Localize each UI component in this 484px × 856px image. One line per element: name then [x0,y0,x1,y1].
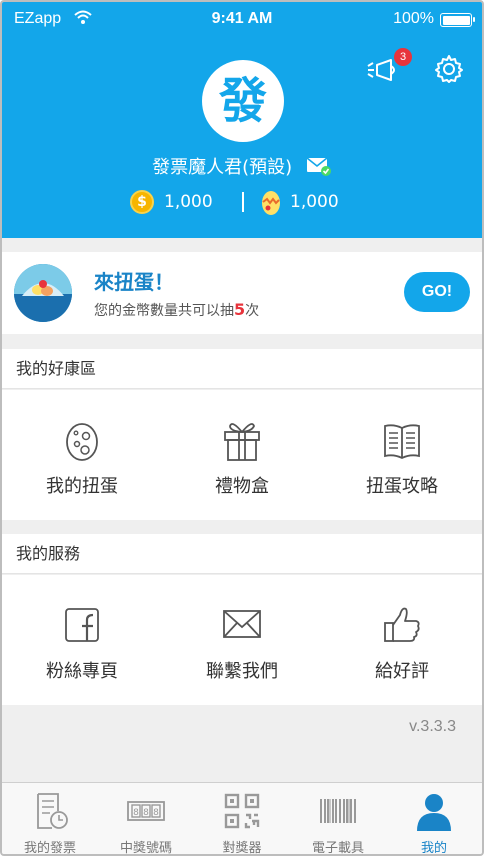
app-frame: EZapp 9:41 AM 100% 3 發 發票魔人君(預設) $ 1,000 [0,0,484,856]
tab-prize-checker-label: 對獎器 [222,841,262,856]
benefits-grid: 我的扭蛋 禮物盒 扭蛋攻略 [2,390,482,520]
egg-balance: 1,000 [290,192,339,212]
tab-my-invoices-label: 我的發票 [23,841,76,856]
receipt-clock-icon [37,793,68,829]
battery-percent: 100% [393,10,434,27]
my-eggs-item[interactable]: 我的扭蛋 [2,390,162,520]
services-grid: 粉絲專頁 聯繫我們 給好評 [2,575,482,705]
gacha-machine-icon [14,264,72,322]
gacha-egg-icon [260,188,282,216]
person-icon [417,794,451,831]
tab-e-carrier[interactable]: 電子載具 [290,783,386,856]
username: 發票魔人君(預設) [152,157,293,178]
balance-divider [242,192,244,212]
section-title-services: 我的服務 [2,534,482,574]
tab-e-carrier-label: 電子載具 [311,841,364,856]
facebook-icon [65,608,99,642]
verified-email-icon [306,156,332,176]
thumbs-up-icon [384,607,420,642]
gift-icon [224,423,260,461]
gacha-card[interactable]: 來扭蛋！ 您的金幣數量共可以抽5次 GO! [2,252,482,334]
settings-gear-icon[interactable] [434,54,464,84]
tab-my-invoices[interactable]: 我的發票 [2,783,98,856]
balance-row: $ 1,000 1,000 [2,188,482,216]
lottery-number-icon: 888 [127,801,165,821]
qr-code-icon [224,793,260,829]
gift-box-label: 禮物盒 [215,476,269,497]
my-eggs-label: 我的扭蛋 [46,476,118,497]
coin-balance: 1,000 [164,192,213,212]
gacha-guide-item[interactable]: 扭蛋攻略 [322,390,482,520]
gift-box-item[interactable]: 禮物盒 [162,390,322,520]
notification-badge: 3 [394,48,412,66]
draw-count: 5 [234,300,246,319]
gacha-guide-label: 扭蛋攻略 [366,476,438,497]
battery-icon [440,13,475,27]
fan-page-label: 粉絲專頁 [46,661,118,682]
svg-text:8: 8 [133,808,139,818]
rate-app-label: 給好評 [375,661,429,682]
tab-me-label: 我的 [420,841,447,856]
go-button[interactable]: GO! [404,272,470,312]
tab-winning-numbers[interactable]: 888 中獎號碼 [98,783,194,856]
tab-me[interactable]: 我的 [386,783,482,856]
tab-winning-numbers-label: 中獎號碼 [119,841,172,856]
svg-text:8: 8 [143,808,149,818]
svg-text:8: 8 [153,808,159,818]
tab-bar: 我的發票 888 中獎號碼 對獎器 電子載具 我的 [2,782,482,856]
book-icon [384,424,420,460]
fan-page-item[interactable]: 粉絲專頁 [2,575,162,705]
section-title-benefits: 我的好康區 [2,349,482,389]
username-row: 發票魔人君(預設) [2,153,482,179]
contact-us-label: 聯繫我們 [206,661,278,682]
envelope-icon [223,610,261,638]
tab-prize-checker[interactable]: 對獎器 [194,783,290,856]
barcode-icon [320,799,356,823]
contact-us-item[interactable]: 聯繫我們 [162,575,322,705]
profile-header: EZapp 9:41 AM 100% 3 發 發票魔人君(預設) $ 1,000 [2,2,482,238]
egg-icon [66,423,98,461]
gold-coin-icon: $ [130,190,154,214]
avatar[interactable]: 發 [202,60,284,142]
status-bar: EZapp 9:41 AM 100% [2,8,482,32]
version-label: v.3.3.3 [409,718,456,735]
gacha-title: 來扭蛋！ [94,270,174,294]
gacha-description: 您的金幣數量共可以抽5次 [94,300,260,319]
rate-app-item[interactable]: 給好評 [322,575,482,705]
